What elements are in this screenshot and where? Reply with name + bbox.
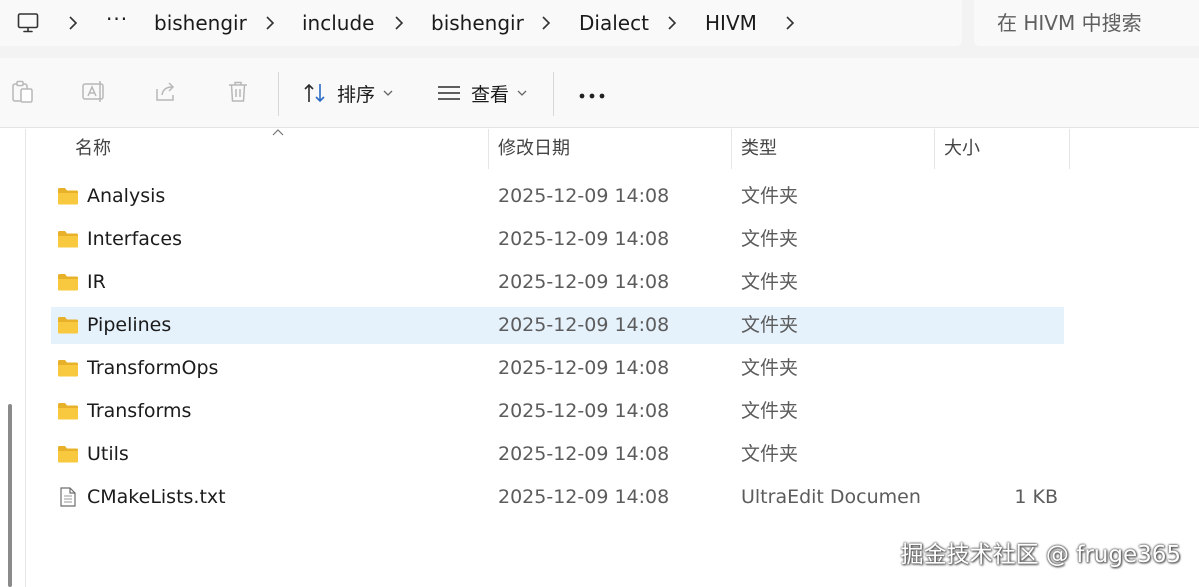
table-row[interactable]: Analysis 2025-12-09 14:08 文件夹 bbox=[51, 178, 1064, 215]
file-type: 文件夹 bbox=[741, 400, 799, 422]
file-modified-date: 2025-12-09 14:08 bbox=[498, 228, 670, 250]
column-header-type[interactable]: 类型 bbox=[741, 129, 777, 169]
folder-icon bbox=[57, 315, 79, 335]
column-divider[interactable] bbox=[1069, 129, 1070, 169]
breadcrumb-item[interactable]: bishengir bbox=[431, 0, 524, 46]
share-icon[interactable] bbox=[152, 78, 180, 106]
search-placeholder: 在 HIVM 中搜索 bbox=[997, 11, 1142, 35]
breadcrumb-overflow[interactable]: ··· bbox=[106, 0, 128, 46]
column-divider[interactable] bbox=[731, 129, 732, 169]
folder-icon bbox=[57, 358, 79, 378]
navigation-pane-edge bbox=[0, 129, 26, 587]
file-name: CMakeLists.txt bbox=[87, 486, 226, 508]
delete-icon[interactable] bbox=[224, 78, 252, 106]
this-pc-icon[interactable] bbox=[16, 11, 40, 35]
file-modified-date: 2025-12-09 14:08 bbox=[498, 486, 670, 508]
file-type: 文件夹 bbox=[741, 357, 799, 379]
file-name: Analysis bbox=[87, 185, 166, 207]
scrollbar-thumb[interactable] bbox=[8, 404, 12, 587]
folder-icon bbox=[57, 401, 79, 421]
chevron-right-icon[interactable] bbox=[260, 0, 280, 46]
chevron-down-icon bbox=[517, 90, 527, 96]
file-name: TransformOps bbox=[87, 357, 219, 379]
more-options-icon[interactable] bbox=[578, 86, 606, 106]
file-modified-date: 2025-12-09 14:08 bbox=[498, 271, 670, 293]
sort-ascending-icon bbox=[272, 129, 284, 136]
toolbar-divider bbox=[553, 72, 554, 116]
file-type: 文件夹 bbox=[741, 228, 799, 250]
chevron-right-icon[interactable] bbox=[662, 0, 682, 46]
column-divider[interactable] bbox=[488, 129, 489, 169]
file-name: Transforms bbox=[87, 400, 192, 422]
file-type: 文件夹 bbox=[741, 271, 799, 293]
file-type: 文件夹 bbox=[741, 314, 799, 336]
table-row[interactable]: Pipelines 2025-12-09 14:08 文件夹 bbox=[51, 307, 1064, 344]
file-modified-date: 2025-12-09 14:08 bbox=[498, 357, 670, 379]
breadcrumb-item[interactable]: Dialect bbox=[579, 0, 649, 46]
table-row[interactable]: Utils 2025-12-09 14:08 文件夹 bbox=[51, 436, 1064, 473]
address-row: ··· bishengir include bishengir Dialect … bbox=[0, 0, 1199, 58]
folder-icon bbox=[57, 186, 79, 206]
view-label: 查看 bbox=[471, 83, 510, 106]
file-type: 文件夹 bbox=[741, 185, 799, 207]
breadcrumb-item-current[interactable]: HIVM bbox=[705, 0, 757, 46]
file-modified-date: 2025-12-09 14:08 bbox=[498, 400, 670, 422]
toolbar-divider bbox=[278, 72, 279, 116]
search-input[interactable]: 在 HIVM 中搜索 bbox=[974, 0, 1199, 46]
column-header-name[interactable]: 名称 bbox=[75, 129, 111, 169]
column-header-size[interactable]: 大小 bbox=[944, 129, 980, 169]
sort-icon bbox=[304, 83, 325, 103]
chevron-right-icon[interactable] bbox=[389, 0, 409, 46]
table-row[interactable]: Transforms 2025-12-09 14:08 文件夹 bbox=[51, 393, 1064, 430]
table-row[interactable]: CMakeLists.txt 2025-12-09 14:08 UltraEdit … bbox=[51, 479, 1064, 516]
sort-label: 排序 bbox=[337, 83, 376, 106]
view-list-icon bbox=[438, 86, 460, 100]
file-modified-date: 2025-12-09 14:08 bbox=[498, 443, 670, 465]
watermark: 掘金技术社区 @ fruge365 bbox=[900, 542, 1181, 568]
chevron-right-icon[interactable] bbox=[780, 0, 800, 46]
breadcrumb-item[interactable]: include bbox=[302, 0, 374, 46]
sort-button[interactable]: 排序 bbox=[303, 74, 393, 112]
file-name: Utils bbox=[87, 443, 129, 465]
text-file-icon bbox=[57, 487, 79, 507]
file-type: 文件夹 bbox=[741, 443, 799, 465]
breadcrumb-item[interactable]: bishengir bbox=[154, 0, 247, 46]
view-button[interactable]: 查看 bbox=[437, 74, 527, 112]
file-modified-date: 2025-12-09 14:08 bbox=[498, 314, 670, 336]
file-name: IR bbox=[87, 271, 106, 293]
address-bar[interactable]: ··· bishengir include bishengir Dialect … bbox=[0, 0, 962, 46]
chevron-down-icon bbox=[383, 90, 393, 96]
folder-icon bbox=[57, 444, 79, 464]
table-row[interactable]: IR 2025-12-09 14:08 文件夹 bbox=[51, 264, 1064, 301]
table-row[interactable]: TransformOps 2025-12-09 14:08 文件夹 bbox=[51, 350, 1064, 387]
chevron-right-icon[interactable] bbox=[63, 0, 83, 46]
copy-icon[interactable] bbox=[8, 78, 36, 106]
file-name: Pipelines bbox=[87, 314, 172, 336]
file-modified-date: 2025-12-09 14:08 bbox=[498, 185, 670, 207]
file-size: 1 KB bbox=[1014, 486, 1058, 508]
folder-icon bbox=[57, 229, 79, 249]
folder-icon bbox=[57, 272, 79, 292]
column-header-modified[interactable]: 修改日期 bbox=[498, 129, 570, 169]
file-type: UltraEdit Documen... bbox=[741, 486, 921, 508]
table-row[interactable]: Interfaces 2025-12-09 14:08 文件夹 bbox=[51, 221, 1064, 258]
column-divider[interactable] bbox=[934, 129, 935, 169]
chevron-right-icon[interactable] bbox=[536, 0, 556, 46]
file-name: Interfaces bbox=[87, 228, 182, 250]
rename-icon[interactable] bbox=[80, 78, 108, 106]
